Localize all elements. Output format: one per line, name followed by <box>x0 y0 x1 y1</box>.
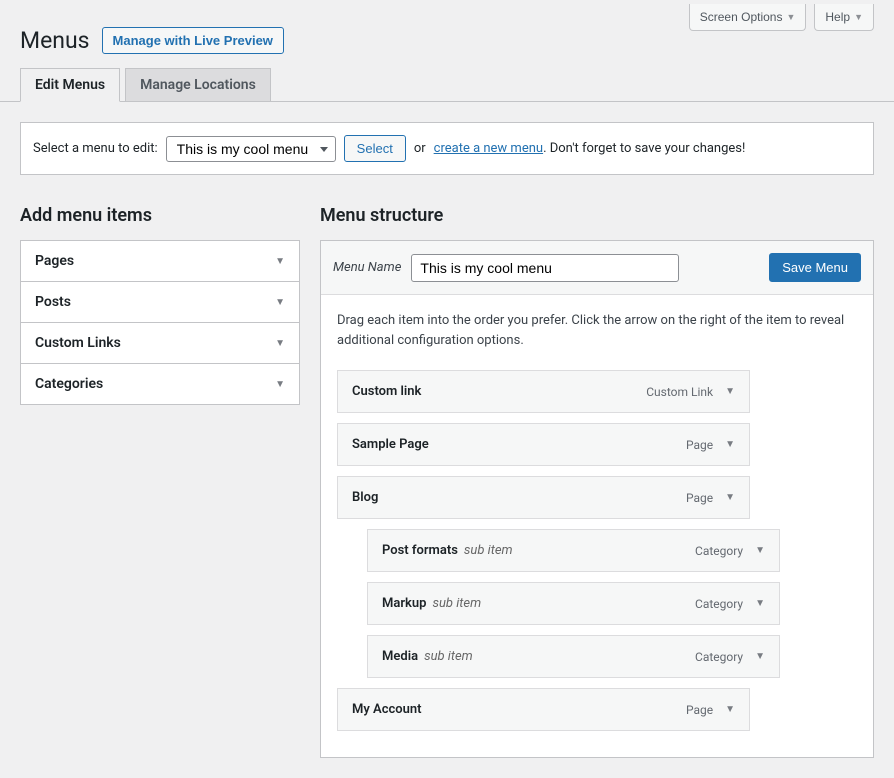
chevron-down-icon[interactable]: ▼ <box>755 545 765 556</box>
add-items-heading: Add menu items <box>20 205 300 226</box>
menu-item-type: Category <box>695 544 743 558</box>
menu-item-title: My Account <box>352 702 422 717</box>
menu-item[interactable]: Post formats sub item Category ▼ <box>367 529 780 572</box>
menu-box-header: Menu Name Save Menu <box>321 241 873 295</box>
create-new-menu-link[interactable]: create a new menu <box>434 141 543 156</box>
accordion-posts[interactable]: Posts ▼ <box>21 282 299 323</box>
menu-item-type: Page <box>686 703 713 717</box>
menu-item[interactable]: Sample Page Page ▼ <box>337 423 750 466</box>
menu-structure-box: Menu Name Save Menu Drag each item into … <box>320 240 874 758</box>
help-label: Help <box>825 10 850 24</box>
or-text: or <box>414 141 426 156</box>
menu-item-type: Category <box>695 650 743 664</box>
page-title: Menus <box>20 27 90 54</box>
reminder-text: . Don't forget to save your changes! <box>543 141 745 156</box>
chevron-down-icon: ▼ <box>275 297 285 308</box>
chevron-down-icon: ▼ <box>275 256 285 267</box>
sub-item-label: sub item <box>464 543 513 558</box>
chevron-down-icon[interactable]: ▼ <box>725 439 735 450</box>
structure-heading: Menu structure <box>320 205 874 226</box>
menu-item-title: Post formats <box>382 543 458 558</box>
menu-item-type: Custom Link <box>646 385 713 399</box>
instructions-text: Drag each item into the order you prefer… <box>337 311 857 350</box>
accordion-categories[interactable]: Categories ▼ <box>21 364 299 404</box>
menu-item[interactable]: My Account Page ▼ <box>337 688 750 731</box>
live-preview-button[interactable]: Manage with Live Preview <box>102 27 284 54</box>
add-items-accordion: Pages ▼ Posts ▼ Custom Links ▼ Categorie… <box>20 240 300 405</box>
sub-item-label: sub item <box>432 596 481 611</box>
accordion-label: Categories <box>35 376 103 392</box>
tab-edit-menus[interactable]: Edit Menus <box>20 68 120 102</box>
accordion-label: Posts <box>35 294 71 310</box>
chevron-down-icon[interactable]: ▼ <box>725 492 735 503</box>
menu-item[interactable]: Markup sub item Category ▼ <box>367 582 780 625</box>
select-menu-label: Select a menu to edit: <box>33 141 158 156</box>
menu-item-title: Custom link <box>352 384 421 399</box>
menu-item-type: Page <box>686 438 713 452</box>
chevron-down-icon: ▼ <box>275 379 285 390</box>
menu-select-dropdown[interactable]: This is my cool menu <box>166 136 336 162</box>
menu-selector-bar: Select a menu to edit: This is my cool m… <box>20 122 874 175</box>
screen-options-label: Screen Options <box>700 10 783 24</box>
menu-item-type: Page <box>686 491 713 505</box>
chevron-down-icon: ▼ <box>786 12 795 22</box>
select-button[interactable]: Select <box>344 135 406 162</box>
accordion-label: Pages <box>35 253 74 269</box>
menu-item-title: Markup <box>382 596 426 611</box>
menu-name-input[interactable] <box>411 254 679 282</box>
menu-item[interactable]: Media sub item Category ▼ <box>367 635 780 678</box>
accordion-pages[interactable]: Pages ▼ <box>21 241 299 282</box>
sub-item-label: sub item <box>424 649 473 664</box>
help-button[interactable]: Help ▼ <box>814 4 874 31</box>
chevron-down-icon[interactable]: ▼ <box>755 651 765 662</box>
tab-manage-locations[interactable]: Manage Locations <box>125 68 271 101</box>
accordion-label: Custom Links <box>35 335 121 351</box>
chevron-down-icon: ▼ <box>275 338 285 349</box>
save-menu-button[interactable]: Save Menu <box>769 253 861 282</box>
menu-items-list: Custom linkCustom Link▼Sample PagePage▼B… <box>337 370 857 731</box>
chevron-down-icon: ▼ <box>854 12 863 22</box>
menu-item-title: Media <box>382 649 418 664</box>
accordion-custom-links[interactable]: Custom Links ▼ <box>21 323 299 364</box>
menu-item[interactable]: Custom link Custom Link ▼ <box>337 370 750 413</box>
menu-item-title: Sample Page <box>352 437 429 452</box>
menu-item-title: Blog <box>352 490 378 505</box>
chevron-down-icon[interactable]: ▼ <box>725 386 735 397</box>
menu-item-type: Category <box>695 597 743 611</box>
chevron-down-icon[interactable]: ▼ <box>725 704 735 715</box>
tabs: Edit Menus Manage Locations <box>0 68 894 102</box>
chevron-down-icon[interactable]: ▼ <box>755 598 765 609</box>
menu-item[interactable]: Blog Page ▼ <box>337 476 750 519</box>
menu-name-label: Menu Name <box>333 260 401 275</box>
screen-options-button[interactable]: Screen Options ▼ <box>689 4 807 31</box>
